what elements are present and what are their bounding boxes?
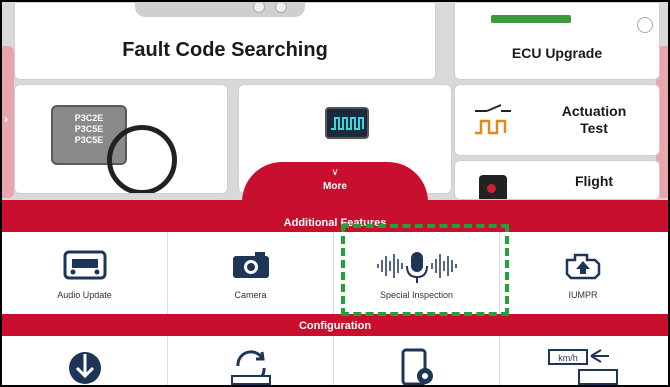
feature-camera[interactable]: Camera xyxy=(168,232,334,314)
download-globe-icon xyxy=(68,352,101,384)
chevron-down-icon: ∨ xyxy=(331,167,339,178)
config-units[interactable]: km/h xyxy=(500,336,666,385)
oscilloscope-icon xyxy=(325,107,369,139)
tile-actuation-test[interactable]: Actuation Test xyxy=(454,84,660,156)
sync-refresh-icon xyxy=(230,350,271,385)
tile-title: Fault Code Searching xyxy=(122,39,328,61)
config-sync[interactable] xyxy=(168,336,334,385)
feature-special-inspection[interactable]: Special Inspection xyxy=(334,232,500,314)
microphone-waveform-icon xyxy=(376,252,457,283)
speed-unit-icon: km/h xyxy=(548,349,618,385)
engine-check-icon xyxy=(565,253,601,280)
config-device-settings[interactable] xyxy=(334,336,500,385)
upgrade-progress-icon xyxy=(491,15,571,23)
feature-label: IUMPR xyxy=(568,290,598,300)
feature-iumpr[interactable]: IUMPR xyxy=(500,232,666,314)
more-label: More xyxy=(323,181,347,192)
unit-text: km/h xyxy=(558,353,578,363)
flight-recorder-icon xyxy=(479,175,507,199)
actuation-switch-icon xyxy=(475,104,511,135)
tablet-settings-icon xyxy=(401,348,433,385)
section-title-configuration: Configuration xyxy=(298,320,372,332)
feature-label: Audio Update xyxy=(57,290,112,300)
tile-ecu-upgrade[interactable]: ECU Upgrade xyxy=(454,2,660,80)
tile-title: Actuation Test xyxy=(561,103,627,136)
app-screen: › Fault Code Searching ECU Upgrade P3C2E… xyxy=(2,2,668,385)
tile-fault-code-searching[interactable]: Fault Code Searching xyxy=(14,2,436,80)
tile-flight[interactable]: Flight xyxy=(454,160,660,200)
page-left-tab[interactable]: › xyxy=(2,46,14,198)
audio-update-icon xyxy=(63,250,106,280)
feature-audio-update[interactable]: Audio Update xyxy=(2,232,168,314)
feature-label: Special Inspection xyxy=(379,290,454,300)
feature-label: Camera xyxy=(234,290,267,300)
configuration-row: km/h xyxy=(2,336,668,385)
config-download[interactable] xyxy=(2,336,168,385)
device-dot xyxy=(275,3,287,13)
section-title-additional: Additional Features xyxy=(283,217,387,229)
more-button[interactable]: ∨ More xyxy=(242,162,428,202)
device-dot xyxy=(253,3,265,13)
additional-features-row: Audio Update Camera Special Inspection I… xyxy=(2,232,668,314)
device-graphic xyxy=(135,3,305,17)
camera-icon xyxy=(232,252,269,278)
tile-title: Flight xyxy=(574,173,614,189)
tile-title: ECU Upgrade xyxy=(511,45,603,61)
chevron-left-icon: › xyxy=(4,112,8,126)
radio-ring-icon xyxy=(637,17,653,33)
stethoscope-icon xyxy=(107,125,177,193)
tile-diagnosis[interactable]: P3C2E P3C5E P3C5E xyxy=(14,84,228,194)
